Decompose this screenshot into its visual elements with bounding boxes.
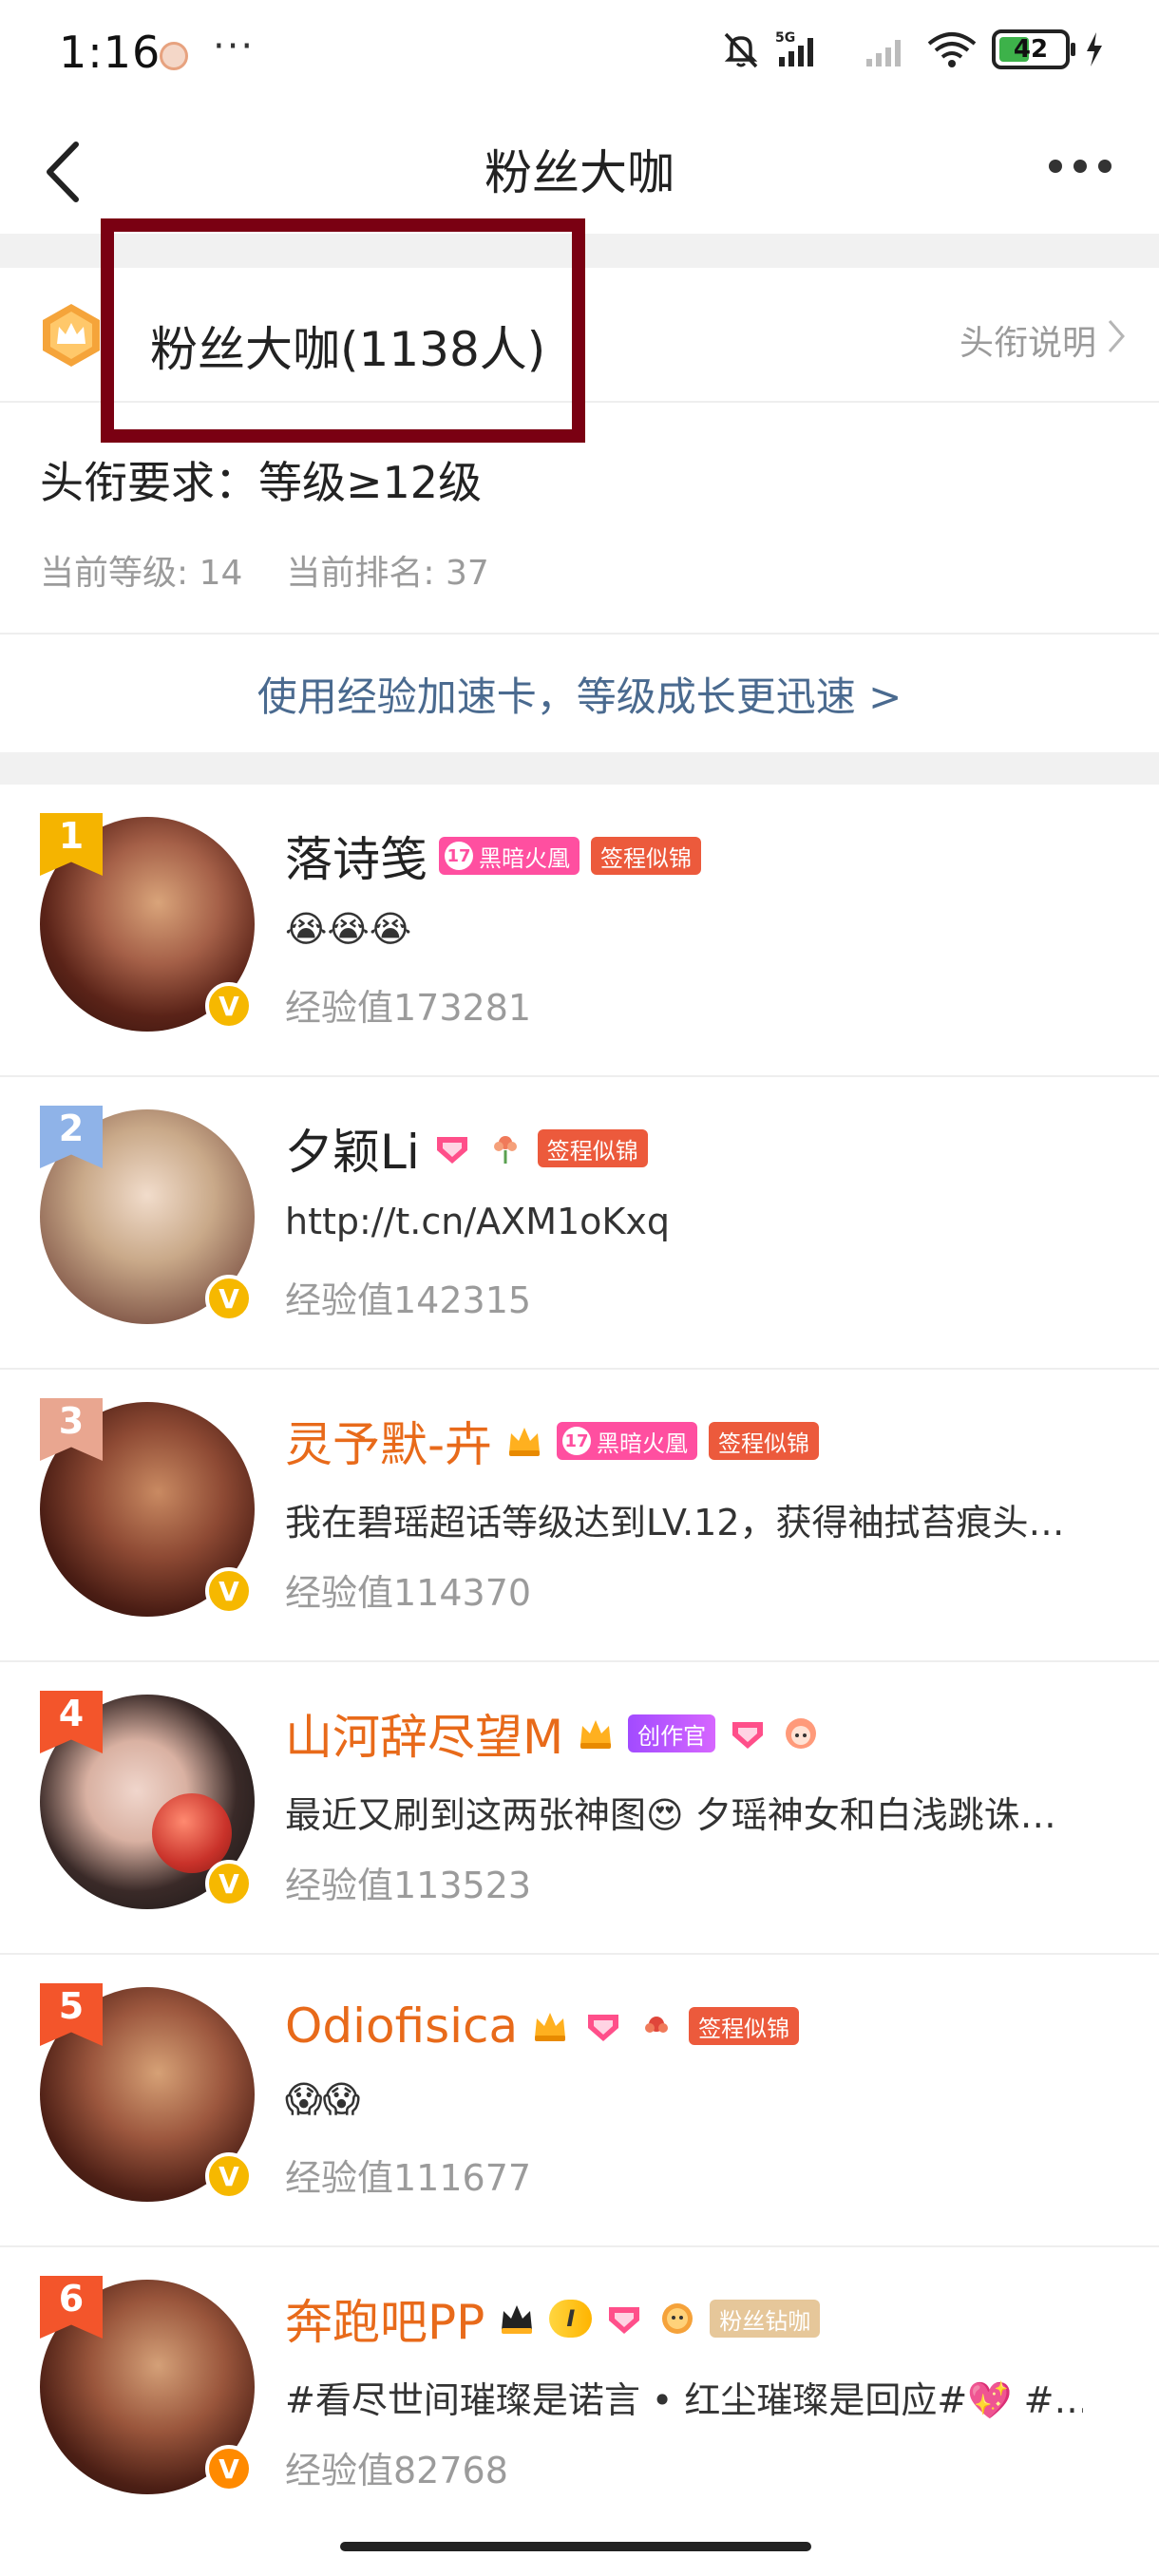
face-icon (656, 2298, 698, 2339)
wifi-icon (925, 28, 978, 70)
verified-v-icon: V (205, 1860, 253, 1907)
title-badge: 签程似锦 (591, 837, 701, 875)
verified-v-icon: V (205, 2445, 253, 2492)
signal-weak-icon (864, 28, 912, 70)
ranking-row[interactable]: 6 V 奔跑吧PP I 粉丝钻咖 #看尽世间璀璨是诺言 • 红尘璀璨是回应#💖 … (0, 2247, 1159, 2540)
current-rank: 当前排名: 37 (286, 554, 489, 593)
home-indicator[interactable] (340, 2542, 811, 2551)
user-description: 最近又刷到这两张神图😍 夕瑶神女和白浅跳诛… (285, 1794, 1056, 1836)
fan-level-icon (431, 1127, 473, 1169)
charging-icon (1083, 28, 1106, 70)
status-icons: 5G 42 (720, 28, 1106, 70)
ranking-row[interactable]: 3 V 灵予默-卉 17 黑暗火凰 签程似锦 我在碧瑶超话等级达到LV.12，获得… (0, 1370, 1159, 1662)
username[interactable]: 山河辞尽望M (285, 1699, 563, 1768)
fan-ranking-list: 1 V 落诗笺 17 黑暗火凰 签程似锦 😭😭😭 经验值173281 2 V 夕颖… (0, 785, 1159, 2540)
experience-value: 经验值173281 (285, 987, 532, 1029)
experience-value: 经验值82768 (285, 2450, 508, 2491)
character-icon (780, 1713, 822, 1754)
section-spacer (0, 752, 1159, 785)
top-nav: 粉丝大咖 (0, 104, 1159, 234)
crown-badge-icon (40, 302, 103, 369)
level-info: 当前等级: 14 当前排名: 37 (40, 545, 489, 595)
ranking-row[interactable]: 4 V 山河辞尽望M 创作官 最近又刷到这两张神图😍 夕瑶神女和白浅跳诛… 经验… (0, 1662, 1159, 1955)
experience-value: 经验值113523 (285, 1865, 532, 1906)
username[interactable]: Odiofisica (285, 1998, 518, 2054)
ranking-row[interactable]: 5 V Odiofisica 签程似锦 😱😱 经验值111677 (0, 1955, 1159, 2247)
title-badge: 签程似锦 (537, 1129, 648, 1167)
fan-level-icon (727, 1713, 769, 1754)
title-name-count: 粉丝大咖(1138人) (150, 322, 546, 377)
experience-value: 经验值142315 (285, 1279, 532, 1321)
fan-level-icon (603, 2298, 645, 2339)
mute-bell-icon (720, 28, 762, 70)
flower-icon (484, 1127, 526, 1169)
flower-icon (636, 2005, 677, 2047)
chevron-right-icon[interactable] (1106, 317, 1127, 355)
verified-v-icon: V (205, 982, 253, 1030)
title-header: 粉丝大咖(1138人) 头衔说明 (0, 268, 1159, 403)
status-time: 1:16 (59, 27, 162, 78)
current-level: 当前等级: 14 (40, 554, 243, 593)
battery-icon: 42 (992, 29, 1075, 69)
svg-text:5G: 5G (775, 30, 795, 46)
app-notification-icon (160, 42, 188, 70)
title-badge: 签程似锦 (689, 2007, 800, 2045)
username[interactable]: 落诗笺 (285, 822, 428, 890)
user-description: 😭😭😭 (285, 908, 412, 950)
title-requirement: 头衔要求：等级≥12级 (40, 457, 483, 508)
title-explain-link[interactable]: 头衔说明 (960, 315, 1096, 365)
user-description: 我在碧瑶超话等级达到LV.12，获得袖拭苔痕头… (285, 1502, 1065, 1544)
username[interactable]: 夕颖Li (285, 1114, 420, 1183)
verified-v-icon: V (205, 2152, 253, 2200)
more-notifications-icon: ··· (213, 25, 256, 68)
experience-value: 经验值114370 (285, 1572, 532, 1614)
fan-level-icon (582, 2005, 624, 2047)
speedup-card-link[interactable]: 使用经验加速卡，等级成长更迅速 > (0, 635, 1159, 752)
vip-level-pill: I (549, 2300, 593, 2338)
battery-level: 42 (1013, 35, 1049, 64)
fan-group-badge: 17 黑暗火凰 (439, 837, 580, 875)
user-description: 😱😱 (285, 2078, 361, 2120)
back-arrow-icon[interactable] (34, 139, 91, 205)
section-spacer (0, 234, 1159, 268)
crown-vip-icon (496, 2298, 538, 2339)
user-description: #看尽世间璀璨是诺言 • 红尘璀璨是回应#💖 #… (285, 2379, 1083, 2421)
verified-v-icon: V (205, 1567, 253, 1615)
creator-badge: 创作官 (628, 1714, 716, 1752)
status-bar: 1:16 ··· 5G 42 (0, 0, 1159, 104)
crown-vip-icon (529, 2005, 571, 2047)
ranking-row[interactable]: 1 V 落诗笺 17 黑暗火凰 签程似锦 😭😭😭 经验值173281 (0, 785, 1159, 1077)
ranking-row[interactable]: 2 V 夕颖Li 签程似锦 http://t.cn/AXM1oKxq 经验值14… (0, 1077, 1159, 1370)
username[interactable]: 奔跑吧PP (285, 2284, 484, 2353)
crown-vip-icon (504, 1420, 545, 1462)
fan-diamond-badge: 粉丝钻咖 (710, 2300, 821, 2338)
fan-group-badge: 17 黑暗火凰 (557, 1422, 698, 1460)
signal-5g-icon: 5G (775, 28, 851, 70)
crown-vip-icon (575, 1713, 617, 1754)
more-options-icon[interactable] (1049, 160, 1112, 173)
verified-v-icon: V (205, 1275, 253, 1322)
page-title: 粉丝大咖 (484, 145, 674, 200)
user-description: http://t.cn/AXM1oKxq (285, 1201, 670, 1242)
username[interactable]: 灵予默-卉 (285, 1407, 492, 1475)
experience-value: 经验值111677 (285, 2157, 532, 2199)
title-badge: 签程似锦 (709, 1422, 820, 1460)
